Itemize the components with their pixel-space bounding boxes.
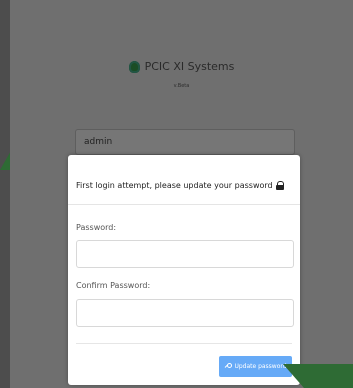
lock-icon xyxy=(275,181,284,190)
password-input[interactable] xyxy=(76,240,294,268)
update-password-button[interactable]: Update password xyxy=(219,356,292,377)
confirm-password-label: Confirm Password: xyxy=(76,281,151,290)
password-label: Password: xyxy=(76,223,117,232)
brand-name: PCIC XI Systems xyxy=(144,60,235,73)
key-icon xyxy=(224,363,233,370)
username-input[interactable]: admin xyxy=(75,129,295,155)
brand-block: PCIC XI Systems v.Beta xyxy=(10,60,353,89)
brand-row: PCIC XI Systems xyxy=(10,60,353,73)
modal-header: First login attempt, please update your … xyxy=(68,155,300,205)
username-value: admin xyxy=(84,137,113,147)
logo-icon xyxy=(128,60,140,73)
app-version: v.Beta xyxy=(173,83,190,89)
confirm-password-input[interactable] xyxy=(76,299,294,327)
update-password-label: Update password xyxy=(234,363,287,370)
modal-divider xyxy=(76,343,292,344)
modal-title: First login attempt, please update your … xyxy=(76,181,273,190)
app-stage: PCIC XI Systems v.Beta admin First login… xyxy=(0,0,353,388)
update-password-modal: First login attempt, please update your … xyxy=(68,155,300,385)
